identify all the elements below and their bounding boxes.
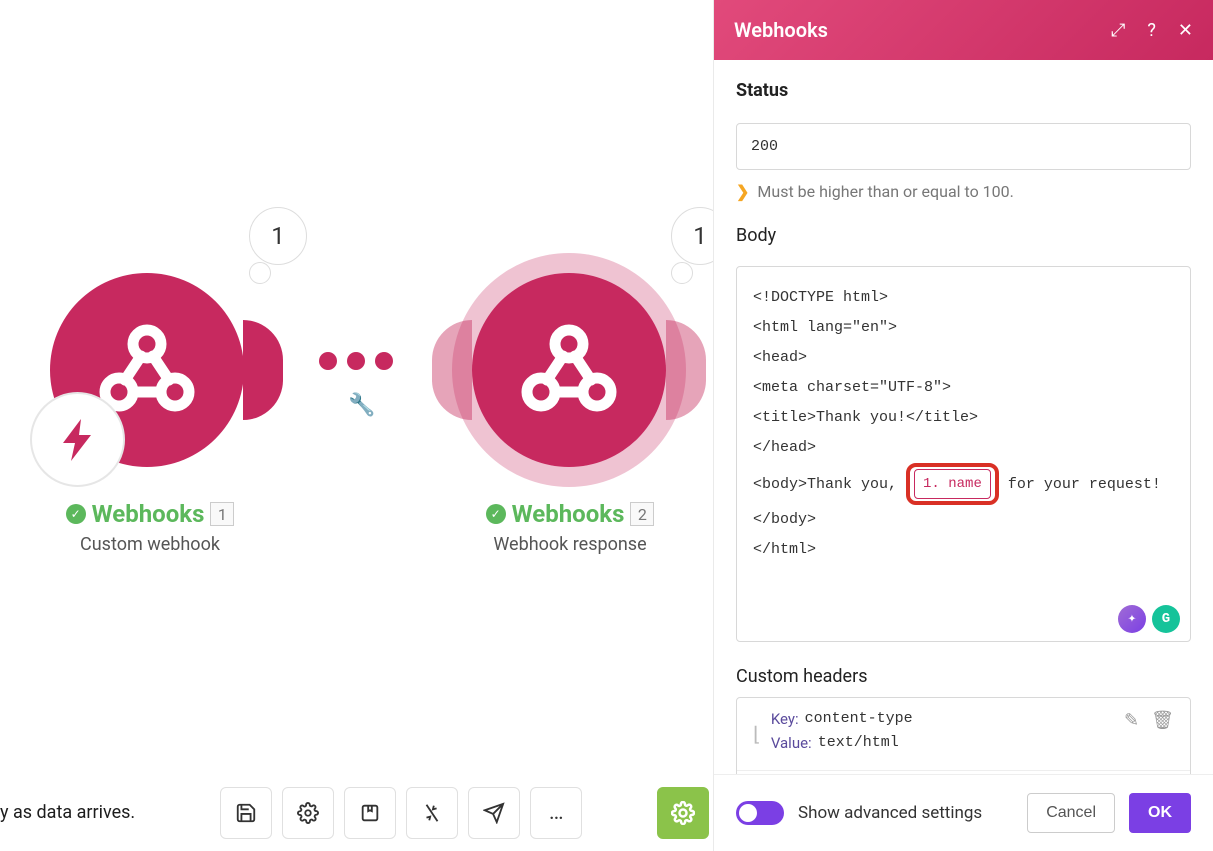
dot <box>375 352 393 370</box>
status-hint: ❯ Must be higher than or equal to 100. <box>736 182 1191 201</box>
panel-title: Webhooks <box>734 18 1111 42</box>
help-icon[interactable]: ? <box>1147 20 1156 41</box>
drag-handle-icon[interactable]: ⌊ <box>753 722 761 746</box>
expand-icon[interactable]: ⤢ <box>1111 20 1125 41</box>
more-button[interactable]: … <box>530 787 582 839</box>
cancel-button[interactable]: Cancel <box>1027 793 1115 833</box>
node-label: ✓ Webhooks 1 Custom webhook <box>40 500 260 555</box>
dot <box>319 352 337 370</box>
grammarly-icon[interactable]: G <box>1152 605 1180 633</box>
auto-align-button[interactable] <box>406 787 458 839</box>
headers-list: ⌊ Key: content-type Value: text/html ✎ 🗑… <box>736 697 1191 774</box>
instant-trigger-badge <box>30 392 125 487</box>
header-item: ⌊ Key: content-type Value: text/html ✎ 🗑 <box>737 698 1190 771</box>
scenario-canvas[interactable]: 1 ✓ Webhooks 1 Custom webhook 🔧 1 ✓ Webh… <box>0 0 713 851</box>
node-circle[interactable] <box>50 273 244 467</box>
node-circle-selected[interactable] <box>472 273 666 467</box>
bottom-toolbar: y as data arrives. … <box>0 784 771 841</box>
body-label: Body <box>736 225 1191 246</box>
key-label: Key: <box>771 710 799 728</box>
panel-footer: Show advanced settings Cancel OK <box>714 774 1213 851</box>
panel-header: Webhooks ⤢ ? ✕ <box>714 0 1213 60</box>
variable-chip[interactable]: 1. name <box>914 469 991 499</box>
node-subtitle: Custom webhook <box>40 534 260 555</box>
output-port[interactable] <box>666 320 706 420</box>
edit-icon[interactable]: ✎ <box>1124 710 1139 731</box>
webhook-icon <box>519 318 619 422</box>
step-number: 1 <box>210 502 234 526</box>
input-port[interactable] <box>432 320 472 420</box>
settings-button[interactable] <box>282 787 334 839</box>
node-subtitle: Webhook response <box>460 534 680 555</box>
notes-button[interactable] <box>344 787 396 839</box>
step-number: 2 <box>630 502 654 526</box>
delete-icon[interactable]: 🗑 <box>1151 710 1174 731</box>
status-label: Status <box>736 80 1191 101</box>
check-icon: ✓ <box>486 504 506 524</box>
value-value[interactable]: text/html <box>818 734 899 752</box>
node-custom-webhook[interactable] <box>50 273 244 467</box>
panel-body[interactable]: Status ❯ Must be higher than or equal to… <box>714 60 1213 774</box>
ok-button[interactable]: OK <box>1129 793 1191 833</box>
module-name: Webhooks <box>512 500 625 528</box>
dot <box>347 352 365 370</box>
body-editor[interactable]: <!DOCTYPE html> <html lang="en"> <head> … <box>736 266 1191 642</box>
chevron-right-icon: ❯ <box>736 182 749 201</box>
bundle-count-bubble: 1 <box>249 207 307 265</box>
node-label: ✓ Webhooks 2 Webhook response <box>460 500 680 555</box>
custom-headers-label: Custom headers <box>736 666 1191 687</box>
variable-chip-highlight: 1. name <box>906 463 999 505</box>
advanced-settings-toggle[interactable] <box>736 801 784 825</box>
close-icon[interactable]: ✕ <box>1178 20 1193 41</box>
bubble-tail <box>249 262 271 284</box>
ai-sparkle-icon[interactable]: ✦ <box>1118 605 1146 633</box>
wrench-icon[interactable]: 🔧 <box>348 393 375 418</box>
output-port[interactable] <box>243 320 283 420</box>
explain-flow-button[interactable] <box>468 787 520 839</box>
run-hint-text: y as data arrives. <box>0 784 145 841</box>
key-value[interactable]: content-type <box>805 710 913 728</box>
node-webhook-response[interactable] <box>472 273 666 467</box>
value-label: Value: <box>771 734 812 752</box>
advanced-settings-label: Show advanced settings <box>798 803 1013 823</box>
module-settings-panel: Webhooks ⤢ ? ✕ Status ❯ Must be higher t… <box>713 0 1213 851</box>
check-icon: ✓ <box>66 504 86 524</box>
save-button[interactable] <box>220 787 272 839</box>
status-input[interactable] <box>736 123 1191 170</box>
run-once-button[interactable] <box>657 787 709 839</box>
bubble-tail <box>671 262 693 284</box>
route-dots[interactable] <box>319 352 393 370</box>
module-name: Webhooks <box>92 500 205 528</box>
